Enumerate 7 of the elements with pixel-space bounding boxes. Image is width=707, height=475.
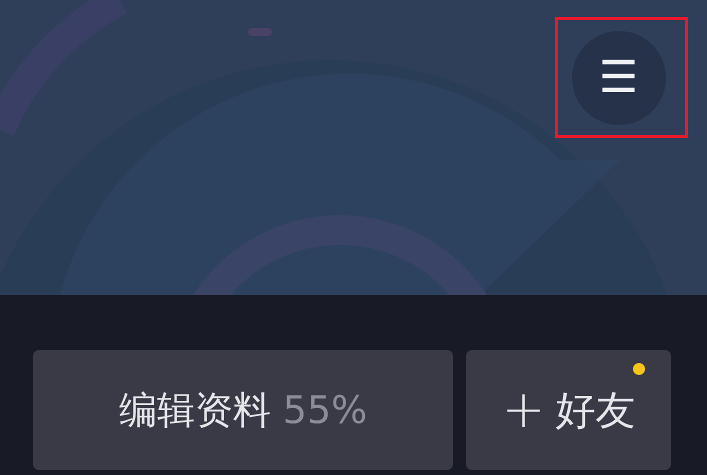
plus-icon: + <box>502 384 546 436</box>
add-friend-label: 好友 <box>555 386 636 436</box>
menu-button[interactable]: ☰ <box>572 30 666 124</box>
percentage-text: 55% <box>282 388 368 432</box>
edit-profile-label: 编辑资料 <box>118 386 271 434</box>
edit-profile-button[interactable]: 编辑资料 55% <box>33 350 453 470</box>
add-friend-button[interactable]: + 好友 <box>466 350 671 470</box>
